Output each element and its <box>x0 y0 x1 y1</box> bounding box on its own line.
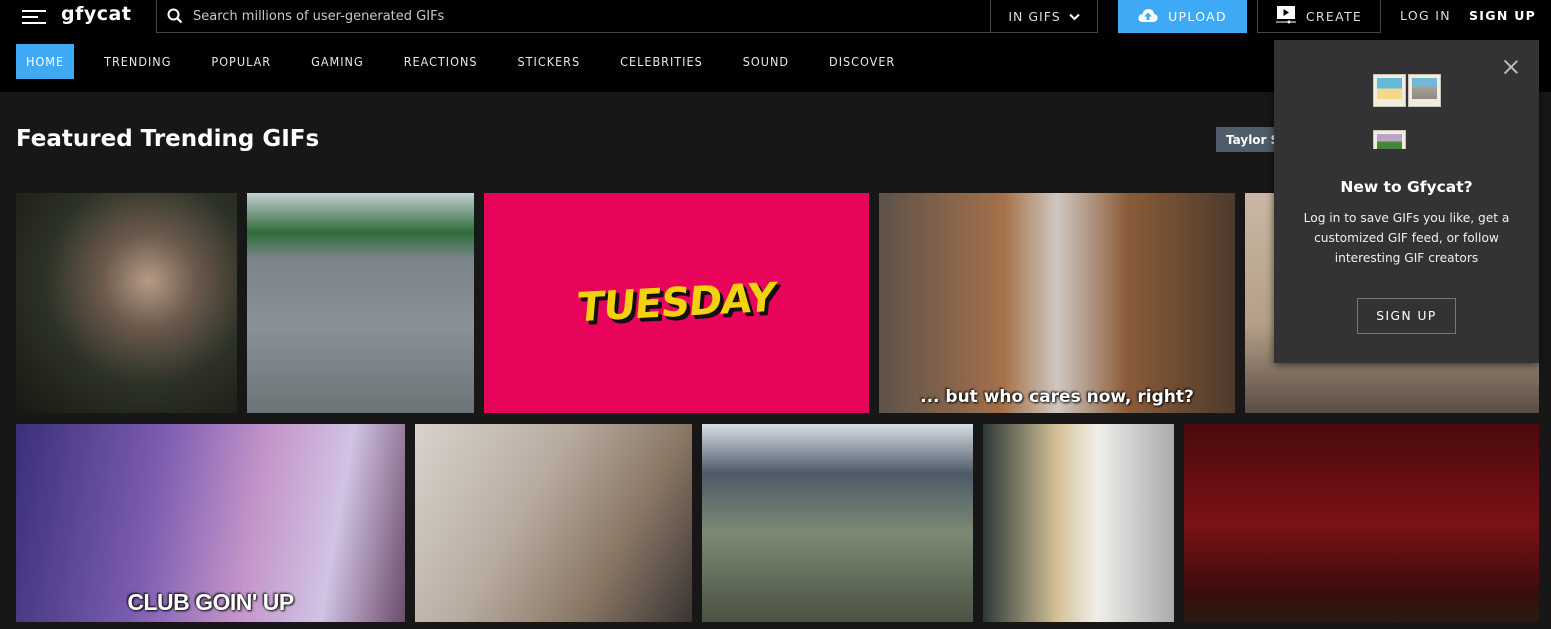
search-scope-dropdown[interactable]: IN GIFS <box>990 0 1098 33</box>
nav-item-home[interactable]: HOME <box>16 44 75 79</box>
gif-caption: CLUB GOIN' UP <box>127 589 294 615</box>
search-icon[interactable] <box>157 0 193 33</box>
nav-item-discover[interactable]: DISCOVER <box>829 44 895 79</box>
popup-body: Log in to save GIFs you like, get a cust… <box>1303 211 1510 265</box>
menu-icon[interactable] <box>22 10 46 24</box>
gif-tile[interactable]: CLUB GOIN' UP <box>16 424 405 622</box>
create-button[interactable]: CREATE <box>1257 0 1381 33</box>
popup-title: New to Gfycat? <box>1340 178 1473 196</box>
mountain-photo-icon <box>1408 74 1441 107</box>
chevron-down-icon <box>1068 9 1080 24</box>
nav-item-gaming[interactable]: GAMING <box>311 44 364 79</box>
nav-item-popular[interactable]: POPULAR <box>211 44 271 79</box>
search-scope-label: IN GIFS <box>1008 8 1061 24</box>
gif-tile[interactable]: ... but who cares now, right? <box>879 193 1235 413</box>
beach-photo-icon <box>1373 74 1406 107</box>
gif-tile[interactable]: TUESDAY <box>484 193 869 413</box>
nav-item-reactions[interactable]: REACTIONS <box>404 44 478 79</box>
popup-sign-up-button[interactable]: SIGN UP <box>1357 298 1456 334</box>
nav-item-celebrities[interactable]: CELEBRITIES <box>620 44 703 79</box>
gif-tile[interactable] <box>415 424 692 622</box>
create-label: CREATE <box>1305 8 1363 24</box>
gif-tile[interactable] <box>16 193 237 413</box>
gif-tile[interactable] <box>247 193 474 413</box>
log-in-link[interactable]: LOG IN <box>1400 8 1451 23</box>
close-icon[interactable] <box>1502 58 1520 76</box>
sign-up-link[interactable]: SIGN UP <box>1469 8 1536 23</box>
search-input[interactable] <box>193 1 990 31</box>
forest-photo-icon <box>1373 130 1406 149</box>
gif-tile[interactable] <box>1184 424 1539 622</box>
upload-button[interactable]: UPLOAD <box>1118 0 1247 33</box>
nav-item-trending[interactable]: TRENDING <box>104 44 171 79</box>
gif-caption: TUESDAY <box>575 274 778 332</box>
upload-label: UPLOAD <box>1168 9 1227 24</box>
nav-item-stickers[interactable]: STICKERS <box>518 44 581 79</box>
nav-item-sound[interactable]: SOUND <box>743 44 789 79</box>
gif-tile[interactable] <box>983 424 1174 622</box>
section-title: Featured Trending GIFs <box>16 126 320 152</box>
gfycat-logo[interactable]: gfycat <box>61 3 131 25</box>
video-create-icon <box>1275 5 1296 27</box>
search-bar <box>156 0 991 33</box>
gif-tile[interactable] <box>702 424 973 622</box>
gif-caption: ... but who cares now, right? <box>920 387 1194 407</box>
signup-popup: New to Gfycat? Log in to save GIFs you l… <box>1274 40 1539 363</box>
cloud-upload-icon <box>1138 8 1158 26</box>
category-nav: HOME TRENDING POPULAR GAMING REACTIONS S… <box>16 44 895 79</box>
